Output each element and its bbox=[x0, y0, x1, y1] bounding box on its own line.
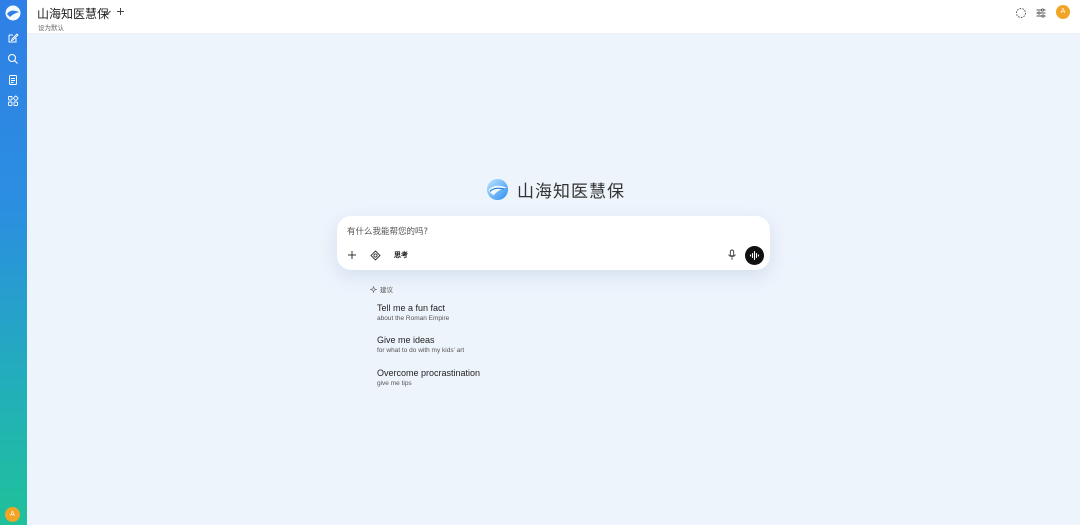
set-default-link[interactable]: 设为默认 bbox=[38, 22, 64, 32]
voice-send-button[interactable] bbox=[745, 246, 764, 265]
settings-sliders-icon[interactable] bbox=[1035, 7, 1047, 19]
suggestions-heading-label: 建议 bbox=[380, 286, 393, 294]
suggestion-title: Overcome procrastination bbox=[377, 368, 481, 378]
add-model-icon[interactable] bbox=[116, 7, 125, 16]
suggestion-subtitle: for what to do with my kids' art bbox=[377, 347, 465, 354]
apps-icon[interactable] bbox=[7, 95, 19, 107]
chat-input[interactable] bbox=[347, 225, 747, 239]
suggestion-subtitle: give me tips bbox=[377, 380, 412, 387]
top-header: 山海知医慧保 设为默认 A bbox=[27, 0, 1080, 34]
notes-icon[interactable] bbox=[7, 74, 19, 86]
suggestion-title: Tell me a fun fact bbox=[377, 303, 446, 313]
think-icon[interactable] bbox=[370, 250, 381, 261]
think-toggle-label[interactable]: 思考 bbox=[394, 250, 408, 260]
logo-icon[interactable] bbox=[5, 5, 21, 21]
brand-name: 山海知医慧保 bbox=[517, 181, 625, 202]
suggestion-title: Give me ideas bbox=[377, 335, 435, 345]
search-icon[interactable] bbox=[7, 53, 19, 65]
chat-input-box: 思考 bbox=[337, 216, 770, 270]
waveform-icon bbox=[749, 250, 760, 261]
suggestions-heading: 建议 bbox=[370, 284, 393, 294]
attach-plus-icon[interactable] bbox=[347, 250, 357, 260]
new-chat-icon[interactable] bbox=[7, 32, 19, 44]
header-user-avatar[interactable]: A bbox=[1056, 5, 1070, 19]
sidebar: A bbox=[0, 0, 27, 525]
suggestion-item[interactable]: Tell me a fun fact about the Roman Empir… bbox=[377, 303, 617, 322]
sparkle-icon bbox=[370, 285, 377, 293]
loading-icon[interactable] bbox=[1015, 7, 1027, 19]
brand-heading: 山海知医慧保 bbox=[486, 177, 625, 202]
suggestion-item[interactable]: Give me ideas for what to do with my kid… bbox=[377, 335, 617, 354]
brand-logo-icon bbox=[486, 178, 509, 200]
suggestion-item[interactable]: Overcome procrastination give me tips bbox=[377, 368, 617, 387]
model-title[interactable]: 山海知医慧保 bbox=[37, 5, 109, 22]
microphone-icon[interactable] bbox=[727, 249, 737, 261]
suggestion-subtitle: about the Roman Empire bbox=[377, 315, 450, 322]
chevron-down-icon[interactable] bbox=[103, 8, 112, 17]
user-avatar[interactable]: A bbox=[5, 507, 20, 522]
